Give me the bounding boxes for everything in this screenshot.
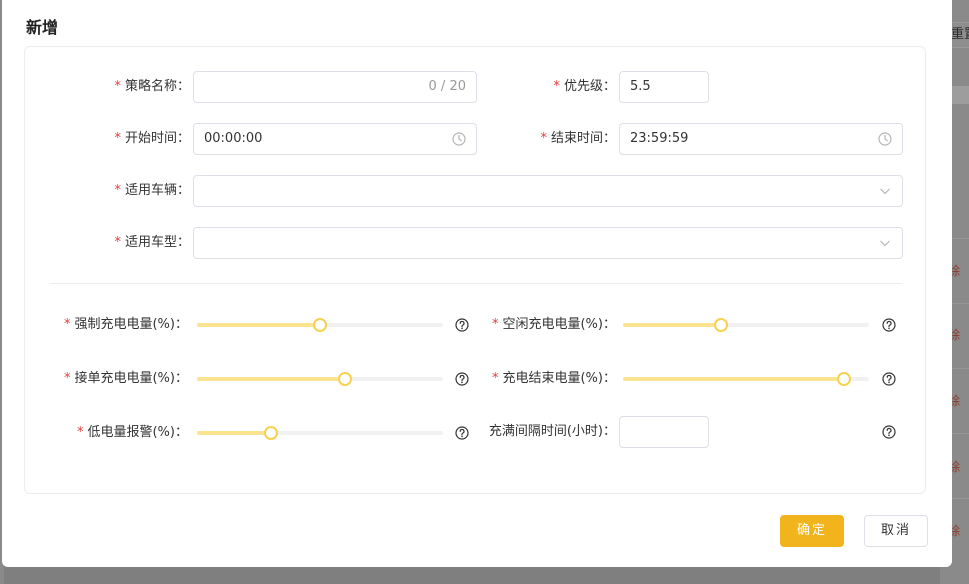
label-colon: ： [602,424,616,439]
strategy-name-input[interactable]: 0 / 20 [193,71,477,103]
slider-fill [197,431,271,435]
clock-icon [452,132,466,146]
vehicles-select[interactable] [193,175,903,207]
label-text: 适用车型 [124,235,177,250]
slider-thumb[interactable] [263,426,278,440]
input-value: 23:59:59 [630,131,689,146]
chevron-down-icon [880,188,890,195]
input-value: 5.5 [630,79,651,94]
confirm-button[interactable]: 确定 [780,515,844,547]
low-battery-alarm-label: * 低电量报警(%)： [40,417,188,449]
end-time-picker[interactable]: 23:59:59 [619,123,903,155]
label-text: 结束时间 [550,131,603,146]
forced-charge-slider[interactable] [197,318,443,332]
slider-fill [623,377,845,381]
question-circle-icon[interactable] [455,318,469,332]
required-mark: * [63,371,71,386]
full-interval-label: 充满间隔时间(小时)： [470,416,616,448]
label-colon: ： [176,235,190,250]
required-mark: * [76,425,84,440]
idle-charge-label: * 空闲充电电量(%)： [470,309,616,341]
required-mark: * [114,235,121,250]
strategy-name-label: * 策略名称： [100,71,190,103]
required-mark: * [553,79,560,94]
full-interval-input[interactable] [619,416,709,448]
slider-fill [197,377,345,381]
start-time-label: * 开始时间： [100,123,190,155]
label-text: 低电量报警(%) [87,425,175,440]
required-mark: * [114,131,121,146]
charge-end-slider[interactable] [623,372,869,386]
label-colon: ： [174,317,188,332]
order-charge-slider[interactable] [197,372,443,386]
clock-icon [878,132,892,146]
slider-thumb[interactable] [714,318,729,332]
label-text: 策略名称 [124,79,177,94]
chevron-down-icon [880,240,890,247]
charge-end-label: * 充电结束电量(%)： [470,363,616,395]
label-colon: ： [602,131,616,146]
label-colon: ： [602,79,616,94]
char-counter: 0 / 20 [428,79,466,94]
label-colon: ： [174,371,188,386]
required-mark: * [114,79,121,94]
question-circle-icon[interactable] [882,318,896,332]
label-colon: ： [174,425,188,440]
label-colon: ： [602,371,616,386]
input-value: 00:00:00 [204,131,263,146]
required-mark: * [491,317,499,332]
order-charge-label: * 接单充电电量(%)： [40,363,188,395]
required-mark: * [491,371,499,386]
label-colon: ： [176,79,190,94]
form-divider [50,283,902,284]
start-time-picker[interactable]: 00:00:00 [193,123,477,155]
cancel-button[interactable]: 取消 [864,515,928,547]
vehicles-label: * 适用车辆： [100,175,190,207]
label-text: 充满间隔时间(小时) [488,424,603,439]
required-mark: * [114,183,121,198]
label-colon: ： [176,183,190,198]
slider-fill [623,323,722,327]
vehicle-types-select[interactable] [193,227,903,259]
label-text: 优先级 [563,79,603,94]
slider-thumb[interactable] [337,372,352,386]
label-text: 开始时间 [124,131,177,146]
slider-fill [197,323,320,327]
end-time-label: * 结束时间： [520,123,616,155]
slider-thumb[interactable] [837,372,852,386]
required-mark: * [540,131,547,146]
slider-thumb[interactable] [313,318,327,332]
priority-input[interactable]: 5.5 [619,71,709,103]
label-text: 强制充电电量(%) [74,317,175,332]
label-text: 空闲充电电量(%) [502,317,603,332]
label-text: 适用车辆 [124,183,177,198]
label-colon: ： [176,131,190,146]
label-text: 接单充电电量(%) [74,371,175,386]
dialog-title: 新增 [26,18,59,37]
question-circle-icon[interactable] [455,372,469,386]
vehicle-types-label: * 适用车型： [100,227,190,259]
required-mark: * [63,317,71,332]
question-circle-icon[interactable] [882,425,896,439]
label-text: 充电结束电量(%) [502,371,603,386]
low-battery-alarm-slider[interactable] [197,426,443,440]
question-circle-icon[interactable] [882,372,896,386]
forced-charge-label: * 强制充电电量(%)： [40,309,188,341]
idle-charge-slider[interactable] [623,318,869,332]
label-colon: ： [602,317,616,332]
question-circle-icon[interactable] [455,426,469,440]
priority-label: * 优先级： [520,71,616,103]
